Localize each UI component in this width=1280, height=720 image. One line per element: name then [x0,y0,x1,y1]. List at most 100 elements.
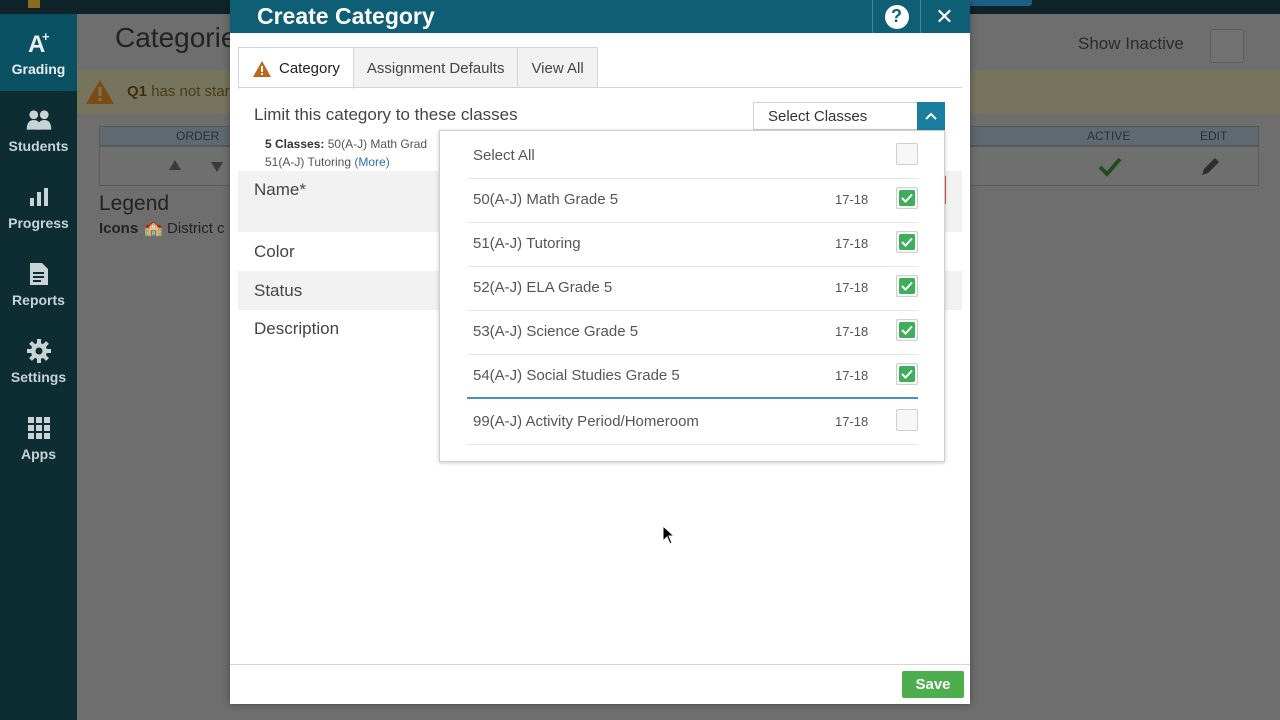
sidebar-item-label: Grading [11,60,66,77]
select-classes-dropdown[interactable]: Select Classes [753,102,945,130]
chevron-up-icon[interactable] [917,102,945,130]
modal-title: Create Category [257,3,435,29]
move-up-icon[interactable] [168,159,182,171]
save-button[interactable]: Save [902,671,964,698]
grading-a-plus-icon: A + [25,29,53,57]
warning-term: Q1 [127,83,148,100]
class-year: 17-18 [835,414,869,429]
class-item[interactable]: 99(A-J) Activity Period/Homeroom 17-18 [467,401,918,445]
sidebar-item-grading[interactable]: A + Grading [0,14,77,91]
select-classes-label: Select Classes [768,108,868,125]
app-logo [28,0,40,8]
warning-icon [85,79,115,110]
sidebar-item-label: Apps [21,445,56,462]
class-name: 52(A-J) ELA Grade 5 [473,279,613,296]
checkmark-icon [899,366,915,382]
modal-footer-divider [230,664,970,665]
select-all-checkbox[interactable] [896,143,918,165]
warning-message: has not star [151,83,230,100]
checkmark-icon [899,190,915,206]
sidebar-item-label: Students [8,137,69,154]
class-checkbox[interactable] [896,409,918,431]
class-checkbox[interactable] [896,231,918,253]
column-order: ORDER [176,129,220,143]
apps-grid-icon [25,414,53,442]
tab-label: Assignment Defaults [366,59,505,77]
active-check-icon [1098,157,1122,177]
classes-count: 5 Classes: [265,137,325,151]
name-label: Name* [254,180,306,199]
move-down-icon[interactable] [210,161,224,173]
close-button[interactable]: ✕ [920,0,968,33]
class-name: 99(A-J) Activity Period/Homeroom [473,413,699,430]
reports-icon [25,260,53,288]
warning-text: Q1 has not star [127,83,230,100]
class-name: 51(A-J) Tutoring [473,235,581,252]
checkmark-icon [899,234,915,250]
gear-icon [25,337,53,365]
top-bar-button[interactable] [968,0,1032,6]
color-label: Color [254,242,295,261]
select-all-item[interactable]: Select All [467,135,918,179]
class-item[interactable]: 51(A-J) Tutoring 17-18 [467,223,918,267]
modal-tabs: Category Assignment Defaults View All [238,47,598,89]
legend-title: Legend [99,192,170,215]
class-name: 50(A-J) Math Grade 5 [473,191,619,208]
status-label: Status [254,281,303,300]
tab-category[interactable]: Category [238,47,354,89]
warning-icon [252,60,272,78]
show-inactive-label: Show Inactive [1078,34,1184,53]
sidebar-item-reports[interactable]: Reports [0,245,77,322]
tab-view-all[interactable]: View All [517,47,598,88]
sidebar-item-progress[interactable]: Progress [0,168,77,245]
class-item[interactable]: 52(A-J) ELA Grade 5 17-18 [467,267,918,311]
mouse-cursor-icon [662,524,676,550]
sidebar-item-settings[interactable]: Settings [0,322,77,399]
modal-header: Create Category ? ✕ [230,0,970,33]
class-year: 17-18 [835,368,869,383]
class-year: 17-18 [835,280,869,295]
classes-first: 50(A-J) Math Grad [327,137,428,151]
district-icon: 🏫 [144,220,163,237]
class-item[interactable]: 53(A-J) Science Grade 5 17-18 [467,311,918,355]
class-year: 17-18 [835,324,869,339]
legend-icons-text: District c [167,220,225,237]
more-link[interactable]: (More) [354,155,389,169]
svg-text:+: + [42,29,50,44]
select-classes-menu: Select All 50(A-J) Math Grade 5 17-18 51… [439,130,945,462]
close-icon: ✕ [935,3,954,29]
select-all-label: Select All [473,147,535,164]
legend-icons: Icons 🏫 District c [99,219,225,237]
edit-pencil-icon[interactable] [1198,155,1222,179]
sidebar-item-label: Progress [8,214,69,231]
description-label: Description [254,319,340,338]
class-item[interactable]: 50(A-J) Math Grade 5 17-18 [467,179,918,223]
help-button[interactable]: ? [872,0,920,33]
checkmark-icon [899,322,915,338]
sidebar-item-label: Reports [12,291,65,308]
class-checkbox[interactable] [896,275,918,297]
tab-label: Category [279,60,340,77]
class-checkbox[interactable] [896,187,918,209]
class-item[interactable]: 54(A-J) Social Studies Grade 5 17-18 [467,355,918,399]
sidebar-item-label: Settings [10,368,67,385]
page-title: Categorie [115,22,237,53]
column-active: ACTIVE [1087,129,1131,143]
selected-classes-summary: 5 Classes: 50(A-J) Math Grad 51(A-J) Tut… [265,135,443,171]
classes-second: 51(A-J) Tutoring [265,155,352,169]
sidebar-nav: A + Grading Students Progress Reports Set… [0,14,77,720]
sidebar-item-apps[interactable]: Apps [0,399,77,476]
tab-assignment-defaults[interactable]: Assignment Defaults [352,47,519,88]
class-checkbox[interactable] [896,363,918,385]
column-edit: EDIT [1200,129,1228,143]
tabs-divider [238,87,962,88]
legend-icons-label: Icons [99,220,139,237]
help-icon: ? [884,4,909,29]
sidebar-item-students[interactable]: Students [0,91,77,168]
class-name: 53(A-J) Science Grade 5 [473,323,639,340]
tab-label: View All [531,59,584,77]
show-inactive-checkbox[interactable] [1210,29,1244,63]
class-checkbox[interactable] [896,319,918,341]
students-icon [25,106,53,134]
class-name: 54(A-J) Social Studies Grade 5 [473,367,680,384]
